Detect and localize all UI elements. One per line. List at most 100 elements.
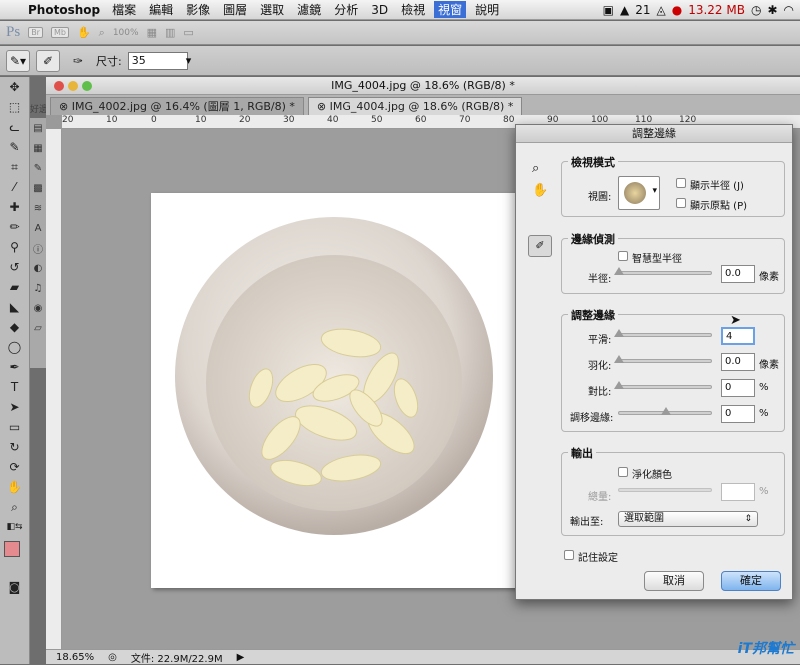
shift-edge-slider[interactable] (618, 407, 712, 415)
slider-thumb[interactable] (614, 355, 624, 363)
tool-preset-picker[interactable]: ✎▾ (6, 49, 30, 72)
adobe-icon[interactable]: ▣ (603, 3, 614, 17)
output-to-select[interactable]: 選取範圍 ⇕ (618, 511, 758, 527)
pen-tool-icon[interactable]: ✒ (0, 357, 29, 377)
record-icon[interactable]: ● (672, 3, 682, 17)
paths-panel-icon[interactable]: ✎ (30, 158, 46, 178)
bluetooth-icon[interactable]: ✱ (767, 3, 777, 17)
menu-filter[interactable]: 濾鏡 (297, 1, 321, 18)
clock-icon[interactable]: ◷ (751, 3, 761, 17)
slider-thumb[interactable] (614, 381, 624, 389)
brushes-panel-icon[interactable]: ≋ (30, 198, 46, 218)
menu-3d[interactable]: 3D (371, 3, 388, 17)
history-brush-tool-icon[interactable]: ↺ (0, 257, 29, 277)
cancel-button[interactable]: 取消 (644, 571, 704, 591)
feather-input[interactable]: 0.0 (721, 353, 755, 371)
menu-file[interactable]: 檔案 (112, 1, 136, 18)
refine-radius-icon[interactable]: ✐ (528, 235, 552, 257)
app-menu[interactable]: Photoshop (28, 3, 100, 17)
smooth-input[interactable]: 4 (721, 327, 755, 345)
menu-layer[interactable]: 圖層 (223, 1, 247, 18)
size-dropdown-icon[interactable]: ▾ (186, 54, 192, 67)
clone-stamp-tool-icon[interactable]: ⚲ (0, 237, 29, 257)
screen-mode-icon[interactable]: ▭ (183, 26, 193, 39)
eraser-tool-icon[interactable]: ▰ (0, 277, 29, 297)
status-icon[interactable]: ▲ (620, 3, 629, 17)
zoom-level[interactable]: 100% (113, 28, 139, 38)
wifi-icon[interactable]: ◠ (784, 3, 794, 17)
channels-panel-icon[interactable]: ▦ (30, 138, 46, 158)
zoom-icon[interactable]: ⌕ (99, 26, 105, 40)
menu-image[interactable]: 影像 (186, 1, 210, 18)
quick-mask-icon[interactable]: ◙ (0, 577, 29, 597)
shift-edge-input[interactable]: 0 (721, 405, 755, 423)
doc-info-icon[interactable]: ◎ (108, 652, 117, 663)
zoom-window-icon[interactable] (82, 81, 92, 91)
show-original-checkbox[interactable] (676, 198, 686, 208)
bridge-icon[interactable]: Br (28, 27, 43, 38)
tab-img-4004[interactable]: ⊗ IMG_4004.jpg @ 18.6% (RGB/8) * (307, 97, 523, 115)
radius-input[interactable]: 0.0 (721, 265, 755, 283)
decontaminate-checkbox[interactable] (618, 467, 628, 477)
foreground-color-swatch[interactable] (4, 541, 20, 557)
tab-img-4002[interactable]: ⊗ IMG_4002.jpg @ 16.4% (圖層 1, RGB/8) * (50, 97, 304, 115)
path-selection-tool-icon[interactable]: ➤ (0, 397, 29, 417)
extras-icon[interactable]: ▦ (147, 26, 157, 39)
menu-help[interactable]: 說明 (475, 1, 499, 18)
zoom-tool-icon[interactable]: ⌕ (0, 497, 29, 517)
slider-thumb[interactable] (661, 407, 671, 415)
paint-bucket-tool-icon[interactable]: ◣ (0, 297, 29, 317)
move-tool-icon[interactable]: ✥ (0, 77, 29, 97)
lasso-tool-icon[interactable]: ᓚ (0, 117, 29, 137)
dodge-tool-icon[interactable]: ◯ (0, 337, 29, 357)
adjustments-panel-icon[interactable]: ◐ (30, 258, 46, 278)
menu-select[interactable]: 選取 (260, 1, 284, 18)
info-panel-icon[interactable]: ⓘ (30, 238, 46, 258)
contrast-slider[interactable] (614, 381, 712, 389)
crop-tool-icon[interactable]: ⌗ (0, 157, 29, 177)
menu-window[interactable]: 視窗 (434, 1, 467, 18)
default-colors-icon[interactable]: ◧⇆ (0, 517, 29, 537)
amount-input[interactable] (721, 483, 755, 501)
menu-analysis[interactable]: 分析 (334, 1, 358, 18)
shape-tool-icon[interactable]: ▭ (0, 417, 29, 437)
smart-radius-checkbox[interactable] (618, 251, 628, 261)
character-panel-icon[interactable]: A (30, 218, 46, 238)
minimize-window-icon[interactable] (68, 81, 78, 91)
size-input[interactable]: 35 (127, 51, 188, 70)
dialog-zoom-icon[interactable]: ⌕ (532, 161, 539, 176)
remember-settings-checkbox[interactable] (564, 550, 574, 560)
erase-refinements-tool-icon[interactable]: ✑ (66, 50, 90, 72)
contrast-input[interactable]: 0 (721, 379, 755, 397)
quick-selection-tool-icon[interactable]: ✎ (0, 137, 29, 157)
arrange-icon[interactable]: ▥ (165, 26, 175, 39)
radius-slider[interactable] (614, 267, 712, 275)
amount-slider[interactable] (618, 488, 712, 492)
3d-orbit-tool-icon[interactable]: ⟳ (0, 457, 29, 477)
brush-tool-icon[interactable]: ✏ (0, 217, 29, 237)
document-image[interactable] (151, 193, 531, 588)
slider-thumb[interactable] (614, 267, 624, 275)
menu-edit[interactable]: 編輯 (149, 1, 173, 18)
tab-close-icon[interactable]: ⊗ (59, 100, 72, 113)
menu-view[interactable]: 檢視 (401, 1, 425, 18)
show-radius-checkbox[interactable] (676, 178, 686, 188)
zoom-readout[interactable]: 18.65% (56, 652, 94, 663)
styles-panel-icon[interactable]: ▩ (30, 178, 46, 198)
hand-tool-icon[interactable]: ✋ (0, 477, 29, 497)
status-menu-arrow-icon[interactable]: ▶ (237, 652, 245, 663)
hand-icon[interactable]: ✋ (77, 26, 91, 39)
close-window-icon[interactable] (54, 81, 64, 91)
smooth-slider[interactable] (614, 329, 712, 337)
minibridge-icon[interactable]: Mb (50, 27, 69, 38)
3d-rotate-tool-icon[interactable]: ↻ (0, 437, 29, 457)
drive-icon[interactable]: ◬ (656, 3, 665, 17)
healing-brush-tool-icon[interactable]: ✚ (0, 197, 29, 217)
refine-radius-tool-icon[interactable]: ✐ (36, 49, 60, 72)
layers-panel-icon[interactable]: ▤ (30, 118, 46, 138)
type-tool-icon[interactable]: T (0, 377, 29, 397)
camera-panel-icon[interactable]: ◉ (30, 298, 46, 318)
audio-panel-icon[interactable]: ♫ (30, 278, 46, 298)
ok-button[interactable]: 確定 (721, 571, 781, 591)
marquee-tool-icon[interactable]: ⬚ (0, 97, 29, 117)
